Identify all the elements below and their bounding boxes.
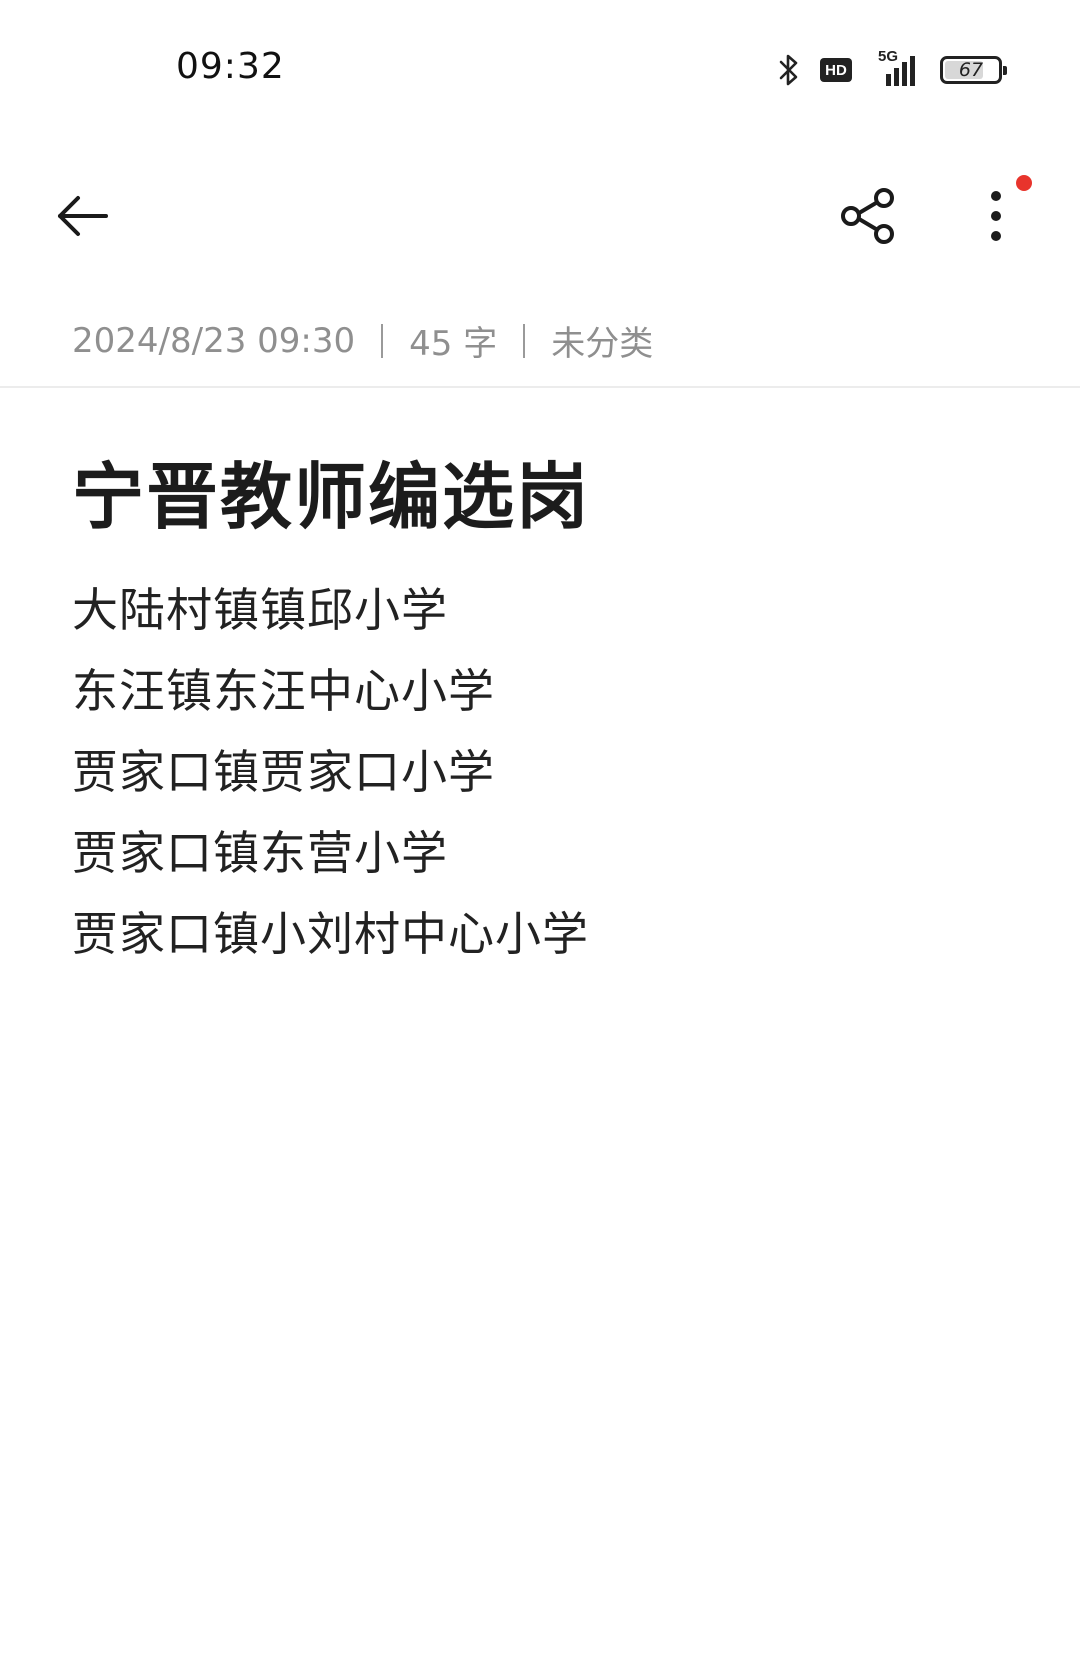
status-bar: 09:32 HD 5G 67 [0, 0, 1080, 140]
more-button[interactable] [964, 182, 1028, 250]
arrow-left-icon [54, 194, 110, 238]
meta-separator [523, 323, 526, 358]
note-line[interactable]: 贾家口镇东营小学 [72, 813, 589, 894]
5g-signal-icon: 5G [872, 48, 920, 88]
note-word-count: 45 字 [409, 324, 498, 364]
note-line[interactable]: 贾家口镇小刘村中心小学 [72, 894, 589, 975]
battery-percent: 67 [958, 58, 984, 81]
meta-separator [381, 323, 384, 358]
back-button[interactable] [50, 184, 114, 248]
notification-dot [1016, 175, 1032, 191]
status-time: 09:32 [176, 46, 285, 87]
note-body[interactable]: 大陆村镇镇邱小学 东汪镇东汪中心小学 贾家口镇贾家口小学 贾家口镇东营小学 贾家… [72, 570, 589, 975]
note-category[interactable]: 未分类 [551, 316, 653, 365]
bluetooth-icon [778, 53, 800, 87]
hd-label: HD [825, 61, 847, 79]
note-line[interactable]: 大陆村镇镇邱小学 [72, 570, 589, 651]
share-icon [839, 188, 897, 244]
note-line[interactable]: 东汪镇东汪中心小学 [72, 651, 589, 732]
divider [0, 386, 1080, 388]
app-bar [0, 160, 1080, 270]
battery-icon: 67 [940, 56, 1007, 84]
note-datetime: 2024/8/23 09:30 [72, 320, 356, 361]
status-icons: HD 5G 67 [778, 48, 1007, 90]
more-vertical-icon [988, 190, 1004, 242]
note-line[interactable]: 贾家口镇贾家口小学 [72, 732, 589, 813]
note-meta: 2024/8/23 09:30 45 字 未分类 [72, 316, 653, 365]
note-title[interactable]: 宁晋教师编选岗 [72, 438, 590, 543]
hd-icon: HD [820, 58, 852, 82]
share-button[interactable] [834, 182, 902, 250]
